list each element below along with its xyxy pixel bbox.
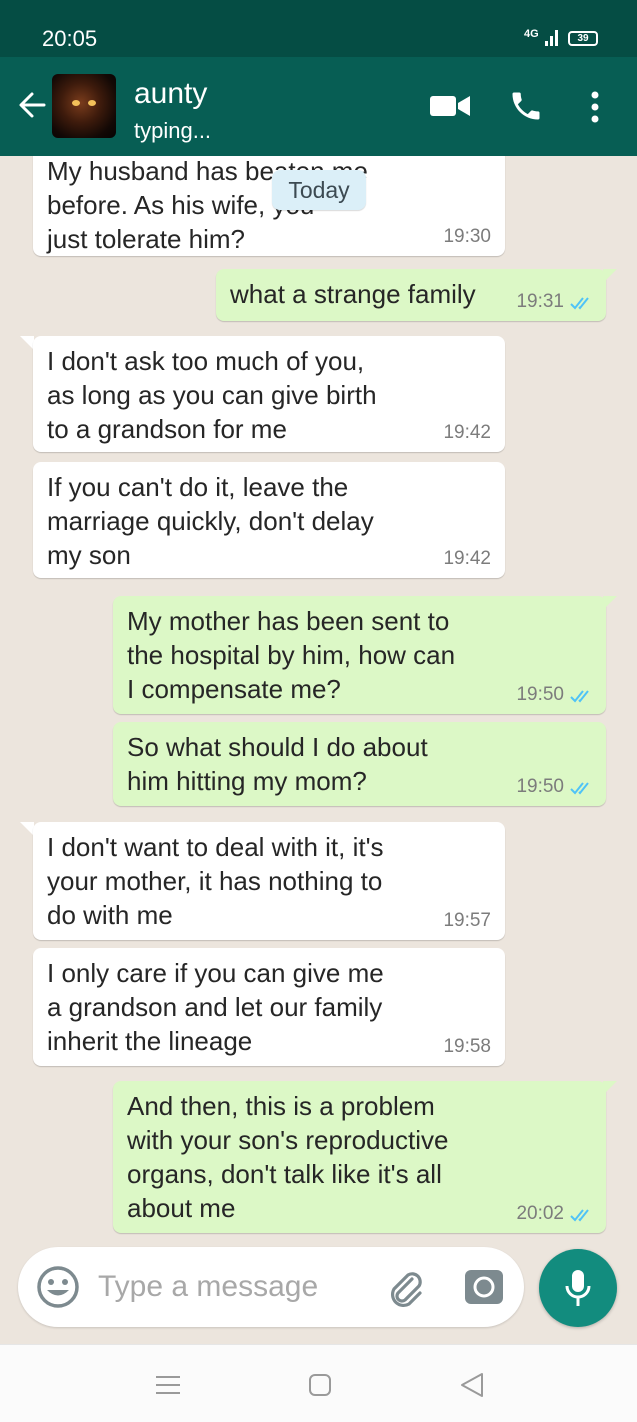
read-ticks-icon — [570, 1209, 589, 1222]
mic-icon — [565, 1270, 591, 1306]
date-chip: Today — [272, 170, 366, 210]
bubble-tail — [603, 1081, 617, 1095]
chat-header: aunty typing... — [0, 57, 637, 156]
message-outgoing[interactable]: My mother has been sent to the hospital … — [113, 596, 606, 714]
mic-button[interactable] — [539, 1249, 617, 1327]
message-time: 19:58 — [443, 1036, 491, 1057]
message-time: 19:50 — [516, 776, 564, 797]
bubble-tail — [603, 269, 617, 283]
message-text: what a strange family — [230, 279, 476, 309]
camera-icon[interactable] — [464, 1267, 504, 1307]
message-time: 19:31 — [516, 291, 564, 312]
status-time: 20:05 — [42, 26, 98, 51]
battery-icon: 39 — [568, 31, 598, 46]
read-ticks-icon — [570, 690, 589, 703]
message-incoming[interactable]: I don't ask too much of you, as long as … — [33, 336, 505, 452]
contact-name[interactable]: aunty — [134, 77, 207, 111]
avatar[interactable] — [52, 74, 116, 138]
message-incoming[interactable]: If you can't do it, leave the marriage q… — [33, 462, 505, 578]
battery-level: 39 — [577, 33, 589, 44]
nav-back-icon[interactable] — [460, 1372, 484, 1398]
message-composer — [18, 1247, 524, 1327]
message-time: 19:42 — [443, 422, 491, 443]
message-outgoing[interactable]: And then, this is a problem with your so… — [113, 1081, 606, 1233]
video-call-icon[interactable] — [430, 94, 470, 118]
message-list[interactable]: My husband has beaten me before. As his … — [0, 156, 637, 1344]
message-text: If you can't do it, leave the marriage q… — [47, 472, 374, 570]
message-text: So what should I do about him hitting my… — [127, 732, 428, 796]
signal-icon — [545, 30, 558, 46]
network-type: 4G — [524, 28, 539, 40]
bubble-tail — [603, 596, 617, 610]
system-nav-bar — [0, 1344, 637, 1422]
message-outgoing[interactable]: So what should I do about him hitting my… — [113, 722, 606, 806]
message-incoming[interactable]: I don't want to deal with it, it's your … — [33, 822, 505, 940]
emoji-icon[interactable] — [36, 1265, 80, 1309]
message-text: And then, this is a problem with your so… — [127, 1091, 449, 1223]
recent-apps-icon[interactable] — [156, 1375, 180, 1395]
message-text: I only care if you can give me a grandso… — [47, 958, 384, 1056]
read-ticks-icon — [570, 297, 589, 310]
bubble-tail — [20, 822, 34, 836]
message-text: I don't ask too much of you, as long as … — [47, 346, 377, 444]
status-bar: 20:05 4G 39 — [0, 0, 637, 57]
phone-icon[interactable] — [508, 88, 544, 124]
home-icon[interactable] — [309, 1374, 331, 1396]
more-vert-icon[interactable] — [590, 91, 600, 123]
message-incoming[interactable]: My husband has beaten me before. As his … — [33, 156, 505, 256]
message-input[interactable] — [98, 1265, 368, 1309]
message-time: 19:50 — [516, 684, 564, 705]
message-time: 19:57 — [443, 910, 491, 931]
message-text: I don't want to deal with it, it's your … — [47, 832, 384, 930]
message-time: 19:42 — [443, 548, 491, 569]
message-text: My mother has been sent to the hospital … — [127, 606, 456, 704]
attach-icon[interactable] — [382, 1265, 426, 1309]
message-time: 20:02 — [516, 1203, 564, 1224]
message-time: 19:30 — [443, 226, 491, 247]
message-incoming[interactable]: I only care if you can give me a grandso… — [33, 948, 505, 1066]
message-text: My husband has beaten me before. As his … — [47, 156, 368, 254]
bubble-tail — [20, 336, 34, 350]
back-arrow-icon[interactable] — [18, 91, 46, 119]
contact-status: typing... — [134, 118, 212, 143]
message-outgoing[interactable]: what a strange family 19:31 — [216, 269, 606, 321]
read-ticks-icon — [570, 782, 589, 795]
